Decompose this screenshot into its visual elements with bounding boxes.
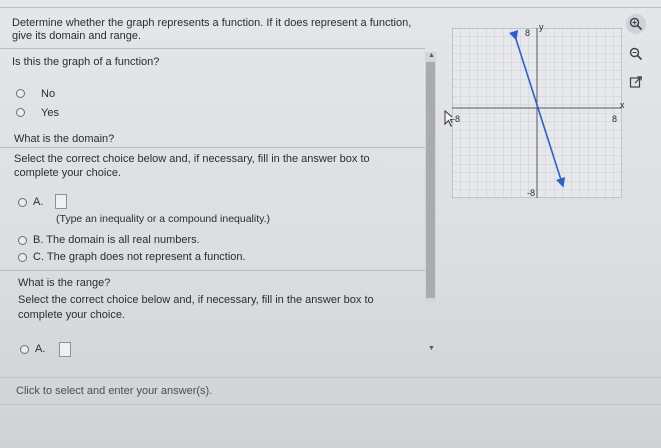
scroll-up-icon[interactable]: ▲ <box>428 52 435 60</box>
zoom-in-icon <box>629 17 643 31</box>
option-no-label[interactable]: No <box>41 87 55 101</box>
domain-choice-c-radio[interactable] <box>18 253 27 262</box>
scroll-down-icon[interactable]: ▼ <box>428 345 435 353</box>
prompt-line-1: Determine whether the graph represents a… <box>12 17 412 29</box>
option-no-radio[interactable] <box>16 89 25 98</box>
range-instruction-1: Select the correct choice below and, if … <box>18 294 374 306</box>
scrollbar-thumb[interactable] <box>426 62 435 298</box>
domain-divider <box>0 147 425 148</box>
domain-choice-a-hint: (Type an inequality or a compound inequa… <box>56 213 271 225</box>
option-yes-radio[interactable] <box>16 108 25 117</box>
prompt-line-2: give its domain and range. <box>12 30 142 42</box>
domain-choice-b-radio[interactable] <box>18 236 27 245</box>
domain-choice-b-label[interactable]: B. The domain is all real numbers. <box>33 233 200 247</box>
x-axis-label: x <box>620 100 625 110</box>
zoom-out-button[interactable] <box>626 44 646 64</box>
prompt-divider <box>0 48 425 49</box>
x-left-tick: -8 <box>452 114 461 124</box>
bottom-divider <box>0 404 661 405</box>
y-top-tick: 8 <box>525 28 531 38</box>
option-yes-label[interactable]: Yes <box>41 106 59 120</box>
zoom-out-icon <box>629 47 643 61</box>
popout-icon <box>629 76 642 88</box>
domain-instruction-1: Select the correct choice below and, if … <box>14 153 370 165</box>
zoom-in-button[interactable] <box>626 14 646 34</box>
range-choice-a-radio[interactable] <box>20 345 29 354</box>
question-panel: Determine whether the graph represents a… <box>0 8 438 380</box>
x-right-tick: 8 <box>612 114 618 124</box>
domain-choice-a-radio[interactable] <box>18 198 27 207</box>
function-graph: y x 8 -8 -8 8 <box>451 22 625 203</box>
range-choice-a-letter[interactable]: A. <box>35 342 45 356</box>
domain-choice-c-label[interactable]: C. The graph does not represent a functi… <box>33 250 246 264</box>
domain-heading: What is the domain? <box>14 133 115 145</box>
y-axis-label: y <box>539 22 544 32</box>
range-instruction-2: complete your choice. <box>18 309 125 321</box>
status-message: Click to select and enter your answer(s)… <box>16 385 213 397</box>
sub-question: Is this the graph of a function? <box>12 56 160 68</box>
graph-canvas <box>451 27 623 199</box>
popout-button[interactable] <box>626 72 646 92</box>
y-bottom-tick: -8 <box>527 188 536 198</box>
domain-instruction-2: complete your choice. <box>14 167 121 179</box>
range-top-divider <box>0 270 425 271</box>
screen: Determine whether the graph represents a… <box>0 0 661 448</box>
status-bar: Click to select and enter your answer(s)… <box>0 382 661 402</box>
range-heading: What is the range? <box>18 277 111 289</box>
range-answer-box[interactable] <box>59 342 71 357</box>
domain-answer-box[interactable] <box>55 194 67 209</box>
domain-choice-a-letter[interactable]: A. <box>33 195 43 209</box>
status-divider <box>0 377 661 378</box>
